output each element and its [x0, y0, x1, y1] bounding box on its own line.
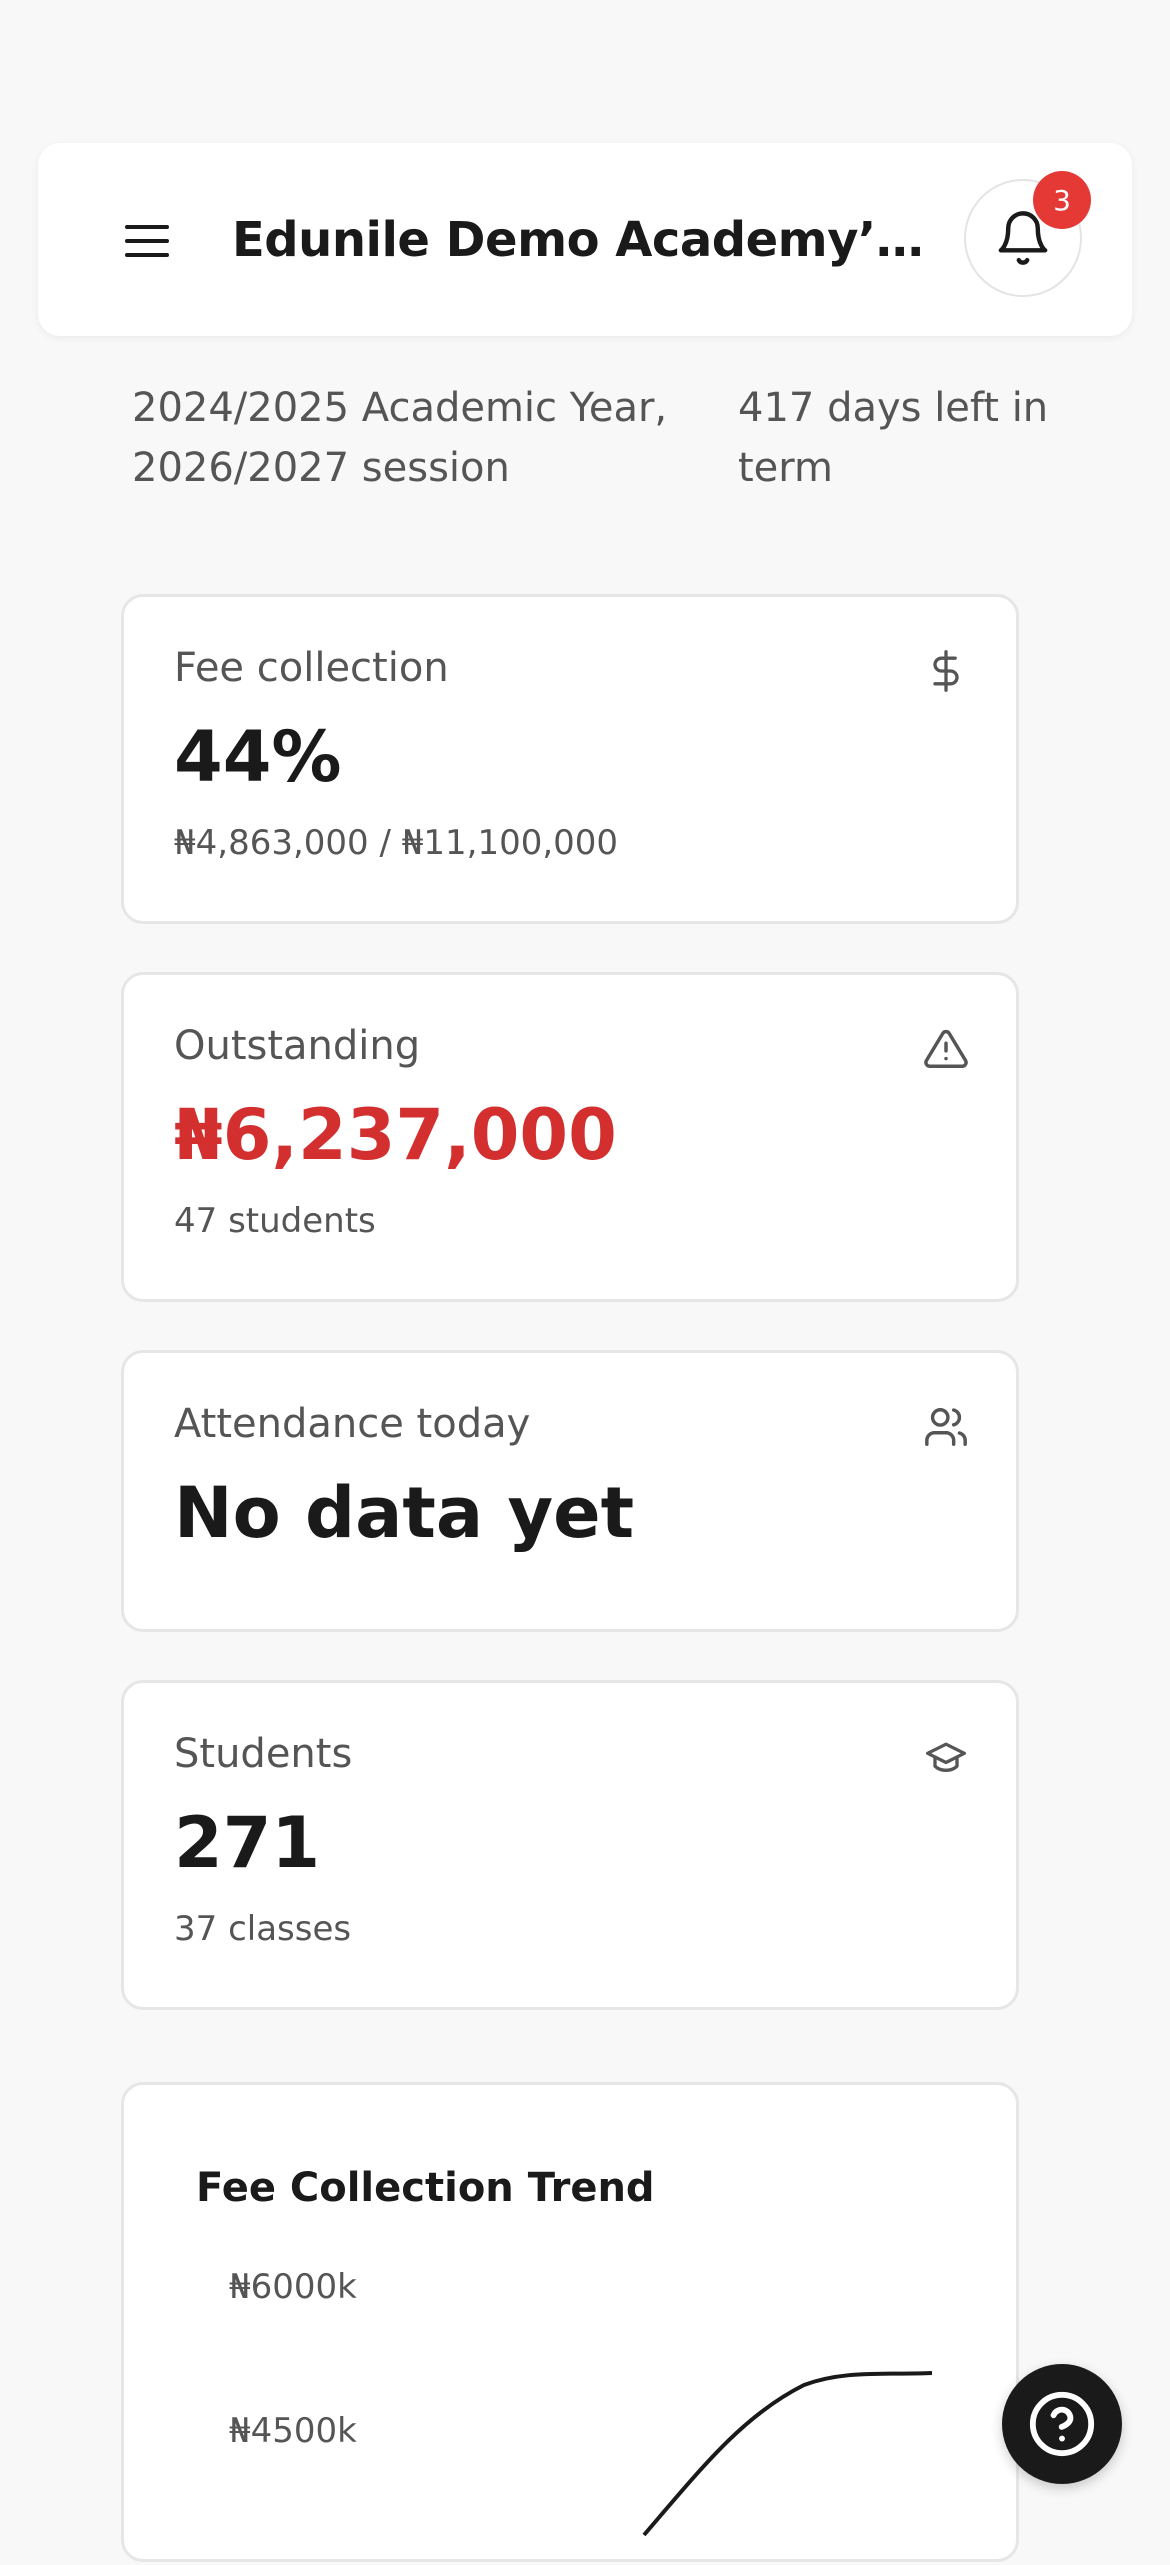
page-title: Edunile Demo Academy’s Dashboard — [232, 212, 942, 268]
menu-button[interactable] — [108, 202, 186, 280]
attendance-value: No data yet — [174, 1472, 635, 1554]
students-label: Students — [174, 1731, 353, 1777]
outstanding-label: Outstanding — [174, 1023, 421, 1069]
warning-icon — [920, 1023, 972, 1075]
series-line — [642, 2371, 933, 2537]
students-value: 271 — [174, 1802, 321, 1884]
fee-collection-card[interactable]: Fee collection 44% ₦4,863,000 / ₦11,100,… — [121, 594, 1019, 924]
term-days-left: 417 days left in term — [738, 385, 1049, 491]
users-icon — [920, 1401, 972, 1453]
graduation-cap-icon — [920, 1731, 972, 1783]
notification-badge: 3 — [1033, 171, 1091, 229]
chart-plot — [642, 2371, 933, 2537]
outstanding-value: ₦6,237,000 — [174, 1094, 617, 1176]
help-icon — [1029, 2391, 1095, 2457]
fee-collection-amounts: ₦4,863,000 / ₦11,100,000 — [174, 823, 619, 863]
dollar-icon — [920, 645, 972, 697]
attendance-label: Attendance today — [174, 1401, 531, 1447]
students-classes: 37 classes — [174, 1909, 352, 1949]
attendance-card[interactable]: Attendance today No data yet — [121, 1350, 1019, 1632]
outstanding-card[interactable]: Outstanding ₦6,237,000 47 students — [121, 972, 1019, 1302]
help-button[interactable] — [1002, 2364, 1122, 2484]
fee-collection-label: Fee collection — [174, 645, 449, 691]
fee-collection-trend-card: Fee Collection Trend ₦6000k ₦4500k — [121, 2082, 1019, 2562]
fee-collection-value: 44% — [174, 716, 342, 798]
students-card[interactable]: Students 271 37 classes — [121, 1680, 1019, 2010]
outstanding-students: 47 students — [174, 1201, 376, 1241]
academic-session-info: 2024/2025 Academic Year, 2026/2027 sessi… — [132, 385, 668, 491]
menu-icon — [125, 225, 169, 257]
